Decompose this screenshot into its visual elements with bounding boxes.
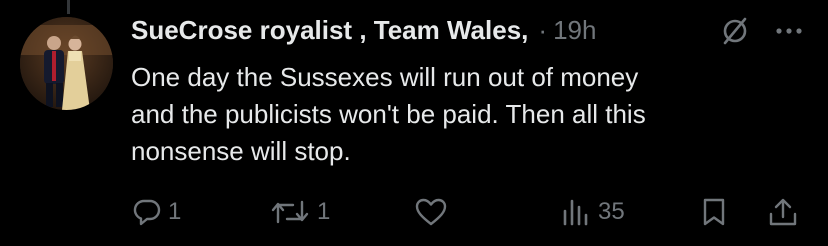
reply-count: 1 xyxy=(168,198,182,225)
tweet-text-line: and the publicists won't be paid. Then a… xyxy=(131,99,646,129)
avatar[interactable] xyxy=(20,17,113,110)
avatar-photo-icon xyxy=(20,17,113,110)
reply-button[interactable]: 1 xyxy=(132,196,181,228)
reply-icon xyxy=(133,199,161,226)
bookmark-button[interactable] xyxy=(700,196,728,228)
grok-icon[interactable] xyxy=(720,16,750,46)
share-button[interactable] xyxy=(767,196,799,228)
timestamp[interactable]: 19h xyxy=(553,12,596,48)
like-icon xyxy=(415,198,447,226)
share-icon xyxy=(769,198,797,226)
repost-button[interactable]: 1 xyxy=(269,196,330,228)
thread-connector-line xyxy=(67,0,70,14)
repost-count: 1 xyxy=(317,198,331,225)
tweet-text-line: nonsense will stop. xyxy=(131,136,351,166)
views-icon xyxy=(563,199,588,226)
tweet-header: SueCrose royalist , Team Wales, · 19h xyxy=(131,12,596,48)
bookmark-icon xyxy=(703,198,725,226)
more-icon[interactable] xyxy=(772,16,806,46)
author-display-name[interactable]: SueCrose royalist , Team Wales, xyxy=(131,12,528,48)
repost-icon xyxy=(271,200,309,224)
views-count: 35 xyxy=(598,198,625,225)
like-button[interactable] xyxy=(414,196,448,228)
tweet-text: One day the Sussexes will run out of mon… xyxy=(131,59,791,170)
views-button[interactable]: 35 xyxy=(560,196,625,228)
separator-dot: · xyxy=(538,15,548,45)
tweet-text-line: One day the Sussexes will run out of mon… xyxy=(131,62,639,92)
